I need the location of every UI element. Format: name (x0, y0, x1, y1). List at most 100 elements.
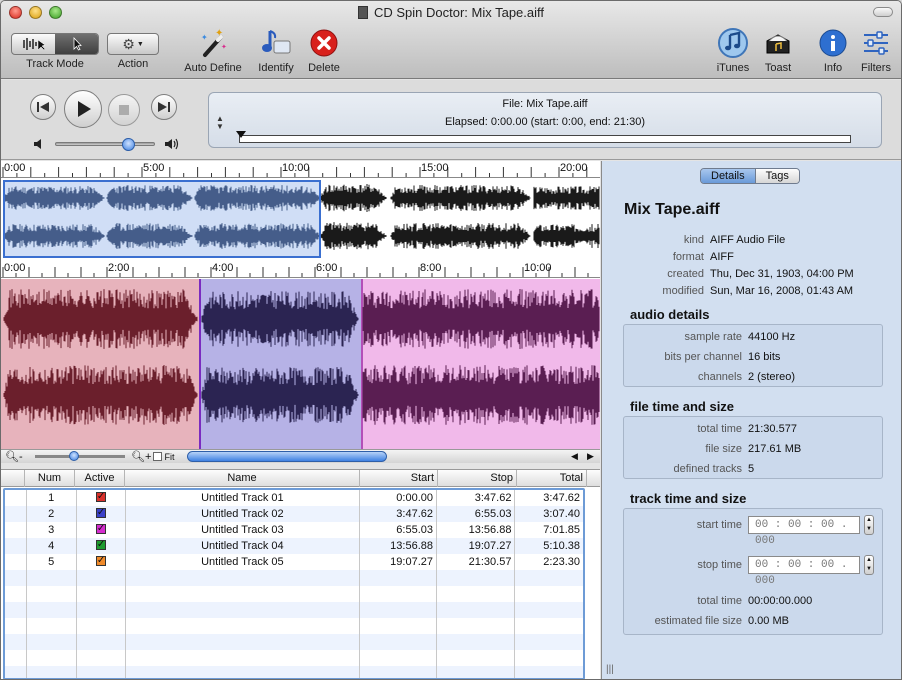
tab-details[interactable]: Details (701, 169, 756, 183)
filters-button[interactable]: Filters (856, 27, 896, 74)
zoom-slider-knob[interactable] (69, 451, 79, 461)
track-mode-segmented[interactable] (11, 33, 99, 55)
column-header-stop[interactable]: Stop (438, 470, 517, 487)
column-header-name[interactable]: Name (125, 470, 360, 487)
table-row[interactable]: 3 Untitled Track 03 6:55.03 13:56.88 7:0… (5, 522, 583, 538)
magic-wand-icon: ✦ ✦ ✦ (197, 27, 229, 59)
delete-button[interactable]: Delete (303, 27, 345, 74)
track-table: Num Active Name Start Stop Total 1 Untit… (1, 469, 600, 679)
resize-grip-icon[interactable]: ||| (606, 664, 614, 675)
scroll-right-icon[interactable]: ▶ (587, 451, 594, 462)
overview-time-ruler: 0:00 5:00 10:00 15:00 20:00 (1, 161, 600, 178)
pointer-mode-segment[interactable] (55, 34, 98, 54)
stop-time-field[interactable]: 00 : 00 : 00 . 000 (748, 556, 860, 587)
zoom-in-icon[interactable]: 🔍︎+ (131, 450, 151, 463)
transport-bar: ▲ ▼ File: Mix Tape.aiff Elapsed: 0:00.00 … (1, 80, 901, 160)
empty-table-row (5, 570, 583, 586)
file-name-heading: Mix Tape.aiff (624, 201, 720, 218)
skip-back-icon (37, 102, 49, 112)
detail-waveform[interactable] (1, 279, 600, 449)
column-header-total[interactable]: Total (517, 470, 587, 487)
action-button[interactable]: ⚙ ▼ (107, 33, 159, 55)
toolbar: CD Spin Doctor: Mix Tape.aiff Track Mode… (1, 1, 901, 79)
toast-button[interactable]: Toast (759, 27, 797, 74)
playhead-marker[interactable] (236, 131, 246, 138)
table-header: Num Active Name Start Stop Total (1, 470, 600, 487)
audio-details-box: sample rate 44100 Hz bits per channel 16… (623, 324, 883, 387)
column-header-active[interactable]: Active (75, 470, 125, 487)
play-icon (78, 101, 91, 117)
overview-waveform[interactable] (1, 178, 600, 260)
toast-icon (762, 27, 794, 59)
empty-table-row (5, 666, 583, 678)
zoom-bar: 🔍︎- 🔍︎+ Fit ◀ ▶ (1, 449, 600, 463)
zoom-out-icon[interactable]: 🔍︎- (5, 450, 23, 463)
tab-tags[interactable]: Tags (755, 169, 799, 183)
elapsed-readout: Elapsed: 0:00.00 (start: 0:00, end: 21:3… (445, 116, 645, 128)
fit-checkbox[interactable]: Fit (153, 452, 175, 462)
column-header-start[interactable]: Start (360, 470, 438, 487)
sliders-icon (860, 27, 892, 59)
track-time-size-heading: track time and size (630, 491, 747, 506)
audio-details-heading: audio details (630, 307, 710, 322)
next-track-button[interactable] (151, 94, 177, 120)
detail-time-ruler: 0:00 2:00 4:00 6:00 8:00 10:00 (1, 261, 600, 278)
previous-track-button[interactable] (30, 94, 56, 120)
waveform-mode-segment[interactable] (12, 34, 55, 54)
toolbar-toggle-button[interactable] (873, 7, 893, 17)
active-checkbox[interactable] (77, 506, 127, 522)
table-row[interactable]: 2 Untitled Track 02 3:47.62 6:55.03 3:07… (5, 506, 583, 522)
empty-table-row (5, 602, 583, 618)
document-icon (357, 6, 368, 19)
volume-slider-knob[interactable] (122, 138, 135, 151)
track-mode-control[interactable]: Track Mode (11, 27, 99, 70)
scroll-left-icon[interactable]: ◀ (571, 451, 578, 462)
auto-define-button[interactable]: ✦ ✦ ✦ Auto Define (181, 27, 245, 74)
volume-slider[interactable] (55, 138, 155, 151)
file-time-size-heading: file time and size (630, 399, 735, 414)
empty-table-row (5, 618, 583, 634)
itunes-button[interactable]: iTunes (713, 27, 753, 74)
identify-button[interactable]: Identify (254, 27, 298, 74)
stop-button[interactable] (108, 94, 140, 126)
music-note-icon (260, 27, 292, 59)
info-icon (817, 27, 849, 59)
start-time-field[interactable]: 00 : 00 : 00 . 000 (748, 516, 860, 547)
active-checkbox[interactable] (77, 490, 127, 506)
info-button[interactable]: Info (816, 27, 850, 74)
table-body[interactable]: 1 Untitled Track 01 0:00.00 3:47.62 3:47… (3, 488, 585, 679)
table-row[interactable]: 4 Untitled Track 04 13:56.88 19:07.27 5:… (5, 538, 583, 554)
delete-icon (308, 27, 340, 59)
app-window: CD Spin Doctor: Mix Tape.aiff Track Mode… (0, 0, 902, 680)
table-row[interactable]: 1 Untitled Track 01 0:00.00 3:47.62 3:47… (5, 490, 583, 506)
column-header-blank (1, 470, 25, 487)
action-menu[interactable]: ⚙ ▼ Action (107, 27, 159, 70)
play-button[interactable] (64, 90, 102, 128)
svg-text:✦: ✦ (221, 43, 227, 51)
svg-text:✦: ✦ (201, 33, 208, 42)
zoom-slider[interactable] (35, 451, 125, 461)
table-row[interactable]: 5 Untitled Track 05 19:07.27 21:30.57 2:… (5, 554, 583, 570)
empty-table-row (5, 634, 583, 650)
waveform-area: 0:00 5:00 10:00 15:00 20:00 0:00 2:00 4:… (1, 161, 600, 463)
window-title: CD Spin Doctor: Mix Tape.aiff (1, 5, 901, 20)
stop-icon (119, 105, 129, 115)
detail-waveform-graphic (3, 289, 600, 425)
horizontal-scroll-thumb[interactable] (187, 451, 387, 462)
empty-table-row (5, 586, 583, 602)
visible-range-selection[interactable] (3, 180, 321, 258)
start-time-stepper[interactable]: ▲ ▼ (864, 515, 874, 535)
waveform-icon (22, 38, 46, 51)
itunes-icon (717, 27, 749, 59)
volume-high-icon (164, 137, 180, 154)
column-header-num[interactable]: Num (25, 470, 75, 487)
active-checkbox[interactable] (77, 538, 127, 554)
playback-progress-bar[interactable] (239, 135, 851, 143)
svg-text:✦: ✦ (215, 28, 223, 39)
detail-ruler-ticks (2, 267, 589, 277)
active-checkbox[interactable] (77, 522, 127, 538)
stop-time-stepper[interactable]: ▲ ▼ (864, 555, 874, 575)
active-checkbox[interactable] (77, 554, 127, 570)
skip-forward-icon (158, 102, 170, 112)
gear-icon: ⚙ ▼ (122, 35, 144, 52)
